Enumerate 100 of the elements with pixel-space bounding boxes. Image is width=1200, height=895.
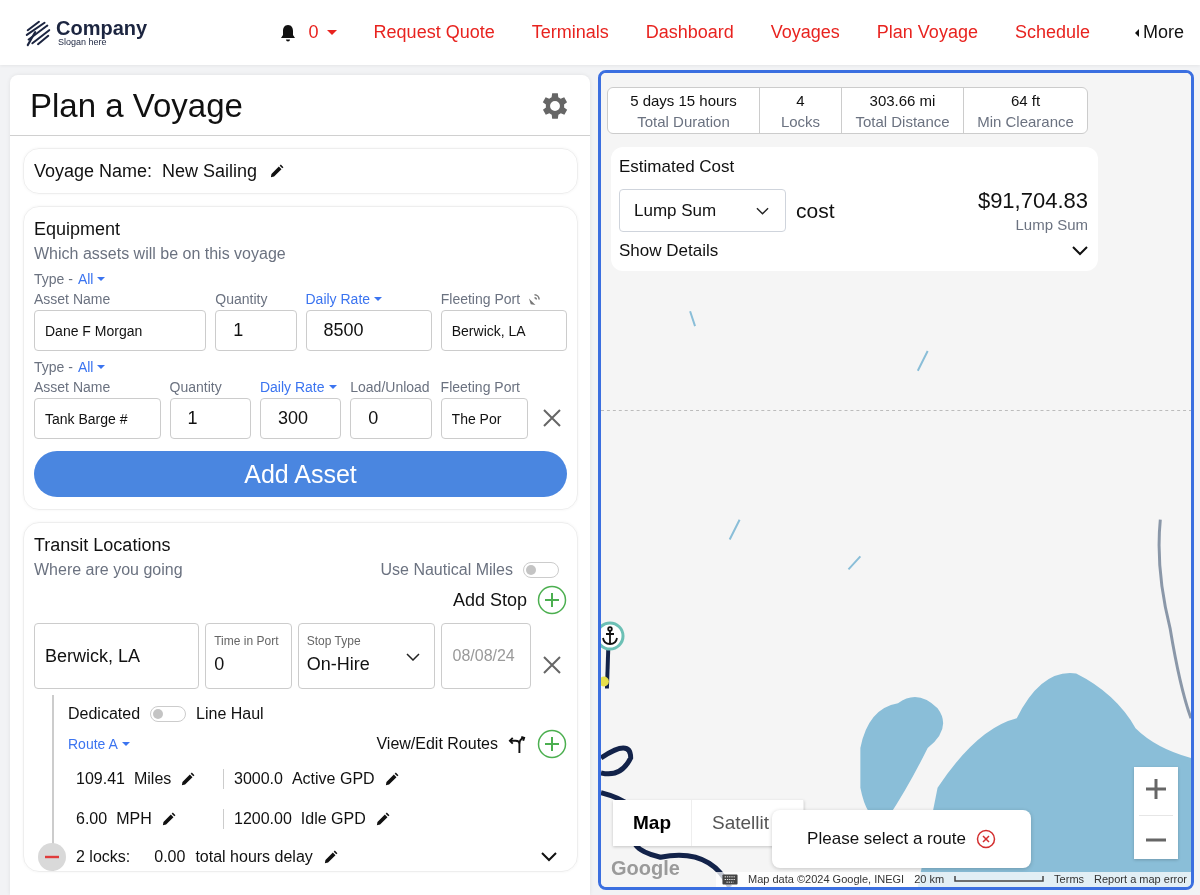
metric-value: 6.00 [76, 810, 108, 828]
view-edit-routes-label: View/Edit Routes [376, 735, 498, 753]
section-title: Equipment [34, 219, 122, 240]
stat-label: Total Duration [637, 113, 730, 130]
map-data-text: Map data ©2024 Google, INEGI [748, 873, 905, 885]
field-label: Quantity [215, 291, 268, 307]
stat-value: 303.66 mi [869, 92, 936, 109]
keyboard-icon[interactable] [722, 873, 739, 885]
add-asset-button[interactable]: Add Asset [34, 451, 567, 497]
field-label: Fleeting Port [440, 291, 521, 307]
voyage-name-value: New Sailing [162, 160, 258, 182]
number-field[interactable]: 8500 [305, 310, 432, 351]
field-label: Load/Unload [350, 379, 430, 395]
number-field[interactable]: 1 [215, 310, 297, 351]
field-label-dropdown[interactable]: Daily Rate [259, 379, 337, 395]
locks-count: 2 locks: [76, 848, 131, 866]
metric-unit: MPH [116, 810, 152, 828]
field-label: Asset Name [34, 291, 111, 307]
zoom-out-icon[interactable] [1145, 838, 1167, 842]
toggle-label: Line Haul [196, 705, 264, 723]
company-name: Company [56, 18, 148, 38]
field-label-dropdown[interactable]: Daily Rate [305, 291, 383, 307]
cost-amount: $91,704.83 [977, 188, 1088, 214]
location-field[interactable]: Berwick, LA [34, 623, 200, 689]
field-label: Fleeting Port [440, 379, 520, 395]
number-field[interactable]: 1 [169, 398, 251, 439]
map-logo: Google [611, 857, 680, 880]
text-field[interactable]: Tank Barge # [34, 398, 161, 439]
metric-value: 109.41 [76, 770, 125, 788]
text-field[interactable]: Berwick, LA [440, 310, 567, 351]
close-icon[interactable] [975, 829, 996, 849]
toggle-switch[interactable] [523, 562, 559, 578]
nav-link[interactable]: Plan Voyage [876, 22, 978, 43]
cost-basis-label: Lump Sum [1015, 216, 1088, 233]
chevron-icon[interactable] [541, 852, 557, 862]
page-title: Plan a Voyage [30, 87, 243, 125]
stat-value: 4 [796, 92, 805, 109]
chevron-icon[interactable] [1072, 246, 1088, 256]
date-field[interactable]: 08/08/24 [441, 623, 531, 689]
toggle-label: Use Nautical Miles [380, 561, 513, 579]
fork-arrow-icon[interactable] [508, 734, 527, 754]
anchor-marker-icon[interactable] [601, 621, 625, 651]
section-subtitle: Which assets will be on this voyage [34, 245, 287, 263]
metric-value: 1200.00 [234, 810, 292, 828]
edit-icon[interactable] [160, 811, 176, 827]
report-error-link[interactable]: Report a map error [1094, 873, 1187, 885]
text-field[interactable]: Dane F Morgan [34, 310, 207, 351]
cost-basis-select[interactable]: Lump Sum [619, 189, 786, 232]
toast-text: Please select a route [807, 829, 966, 849]
edit-icon[interactable] [269, 163, 285, 179]
scale-bar-icon [954, 876, 1045, 882]
delay-value: 0.00 [154, 848, 186, 866]
type-dropdown[interactable]: All [77, 359, 106, 375]
slogan: Slogan here [58, 38, 107, 47]
number-field[interactable]: 300 [259, 398, 342, 439]
metric-unit: Idle GPD [300, 810, 366, 828]
text-field[interactable]: The Por [440, 398, 528, 439]
voyage-name-label: Voyage Name: [34, 160, 153, 182]
close-icon[interactable] [542, 407, 562, 428]
close-icon[interactable] [542, 655, 562, 675]
number-field[interactable]: 0 [350, 398, 432, 439]
time-in-port-field[interactable]: Time in Port 0 [205, 623, 292, 689]
field-label: Quantity [169, 379, 222, 395]
add-stop-label: Add Stop [452, 589, 527, 611]
edit-icon[interactable] [374, 811, 390, 827]
show-details-label: Show Details [619, 241, 719, 261]
metric-unit: Miles [133, 770, 172, 788]
metric-unit: Active GPD [291, 770, 375, 788]
more-menu[interactable]: More [1135, 22, 1184, 43]
nav-link[interactable]: Terminals [531, 22, 609, 43]
notification-count-dropdown[interactable]: 0 [308, 22, 337, 43]
map-type-tab[interactable]: Map [613, 800, 692, 846]
add-icon[interactable] [537, 729, 567, 759]
scale-label: 20 km [914, 873, 945, 885]
section-title: Transit Locations [34, 535, 172, 556]
bell-icon[interactable] [279, 23, 296, 42]
remove-icon[interactable] [38, 843, 66, 871]
cost-label: cost [796, 198, 835, 223]
signal-icon[interactable] [528, 292, 542, 306]
stat-label: Total Distance [855, 113, 950, 130]
route-dropdown[interactable]: Route A [68, 736, 130, 752]
toggle-switch[interactable] [150, 706, 187, 722]
type-label: Type - [34, 271, 73, 287]
nav-link[interactable]: Request Quote [373, 22, 495, 43]
stat-label: Locks [780, 113, 821, 130]
nav-link[interactable]: Dashboard [645, 22, 734, 43]
edit-icon[interactable] [383, 771, 399, 787]
add-icon[interactable] [537, 585, 567, 615]
edit-icon[interactable] [180, 771, 196, 787]
terms-link[interactable]: Terms [1054, 873, 1085, 885]
edit-icon[interactable] [322, 849, 338, 865]
type-dropdown[interactable]: All [77, 271, 106, 287]
nav-link[interactable]: Schedule [1014, 22, 1090, 43]
zoom-in-icon[interactable] [1145, 778, 1167, 800]
chevron-icon[interactable] [756, 206, 769, 215]
nav-link[interactable]: Voyages [770, 22, 840, 43]
field-label: Asset Name [34, 379, 111, 395]
delay-label: total hours delay [195, 848, 313, 866]
stop-type-select[interactable]: Stop Type On-Hire [297, 623, 436, 689]
chevron-icon[interactable] [406, 653, 421, 661]
